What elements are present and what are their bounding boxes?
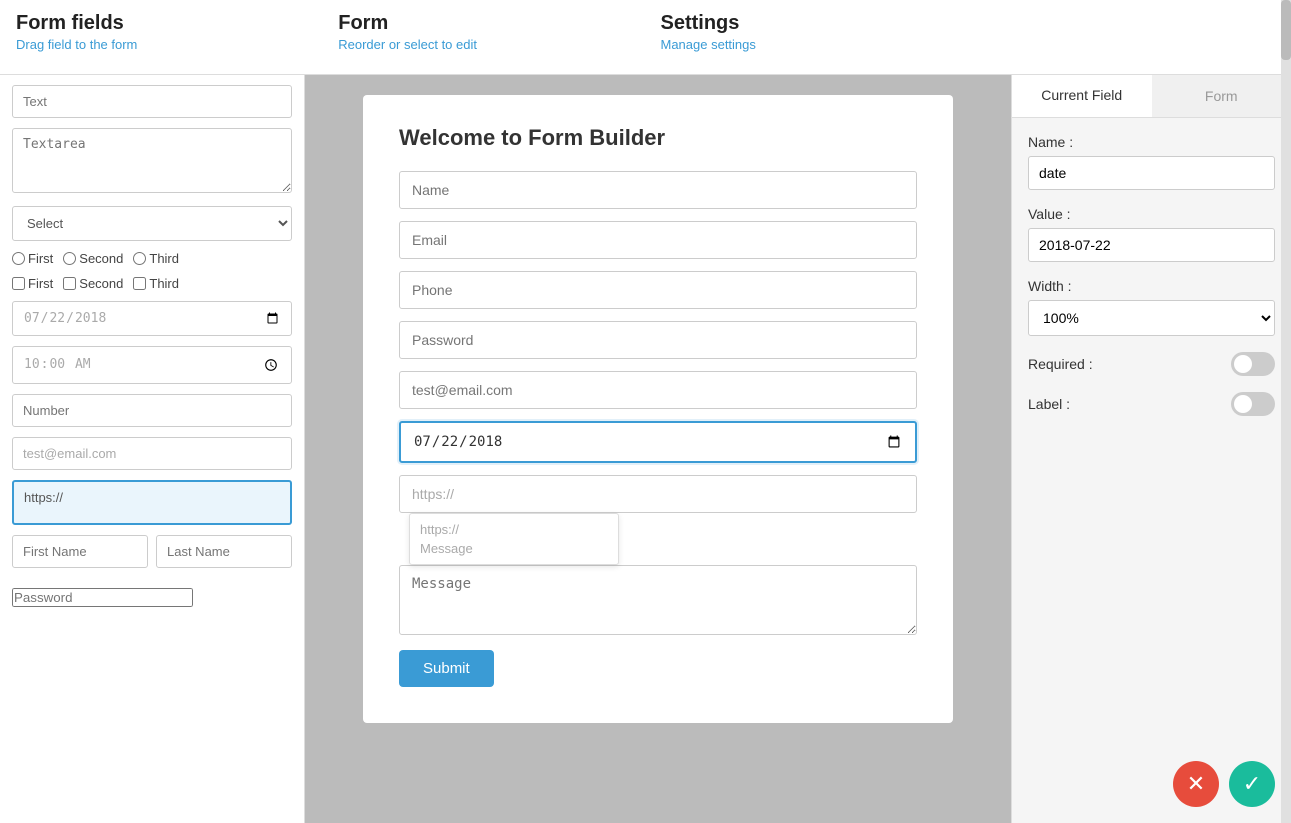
form-email-input[interactable] <box>399 221 917 259</box>
tab-form[interactable]: Form <box>1152 75 1291 117</box>
form-email-value-input[interactable] <box>399 371 917 409</box>
form-card-title: Welcome to Form Builder <box>399 125 917 151</box>
setting-name: Name : <box>1028 134 1275 190</box>
settings-body: Name : Value : Width : 100% 75% 50% 25% … <box>1012 118 1291 823</box>
form-url-input[interactable] <box>399 475 917 513</box>
tab-current-field[interactable]: Current Field <box>1012 75 1152 117</box>
label-slider <box>1231 392 1275 416</box>
textarea-field-item[interactable] <box>12 128 292 193</box>
radio-group: First Second Third <box>12 251 292 266</box>
setting-value: Value : <box>1028 206 1275 262</box>
settings-title: Settings <box>661 12 1266 35</box>
checkbox-group: First Second Third <box>12 276 292 291</box>
name-input[interactable] <box>1028 156 1275 190</box>
first-name-field-item[interactable] <box>12 535 148 568</box>
form-title: Form <box>338 12 640 35</box>
checkbox-first[interactable]: First <box>12 276 53 291</box>
cancel-button[interactable]: ✕ <box>1173 761 1219 807</box>
header-right: Settings Manage settings <box>651 12 1276 52</box>
right-panel: Current Field Form Name : Value : Width … <box>1011 75 1291 823</box>
form-name-input[interactable] <box>399 171 917 209</box>
email-field-item[interactable] <box>12 437 292 470</box>
width-select[interactable]: 100% 75% 50% 25% <box>1028 300 1275 336</box>
label-label: Label : <box>1028 396 1070 412</box>
required-slider <box>1231 352 1275 376</box>
header: Form fields Drag field to the form Form … <box>0 0 1291 75</box>
form-password-input[interactable] <box>399 321 917 359</box>
required-toggle[interactable] <box>1231 352 1275 376</box>
text-field-item[interactable] <box>12 85 292 118</box>
setting-required: Required : <box>1028 352 1275 376</box>
password-field-item[interactable] <box>12 588 193 607</box>
header-center: Form Reorder or select to edit <box>328 12 650 52</box>
settings-tabs: Current Field Form <box>1012 75 1291 118</box>
center-panel: Welcome to Form Builder https:// Message… <box>305 75 1011 823</box>
label-toggle[interactable] <box>1231 392 1275 416</box>
form-card: Welcome to Form Builder https:// Message… <box>363 95 953 723</box>
form-fields-subtitle: Drag field to the form <box>16 37 318 52</box>
form-url-wrapper: https:// Message <box>399 475 917 513</box>
url-popup-value: https:// <box>420 522 608 537</box>
form-date-input[interactable] <box>399 421 917 463</box>
form-fields-title: Form fields <box>16 12 318 35</box>
radio-third[interactable]: Third <box>133 251 179 266</box>
form-message-textarea[interactable] <box>399 565 917 635</box>
width-label: Width : <box>1028 278 1275 294</box>
form-subtitle: Reorder or select to edit <box>338 37 640 52</box>
setting-label: Label : <box>1028 392 1275 416</box>
value-label: Value : <box>1028 206 1275 222</box>
name-row <box>12 535 292 578</box>
settings-subtitle: Manage settings <box>661 37 1266 52</box>
required-label: Required : <box>1028 356 1093 372</box>
scrollbar-track <box>1281 0 1291 823</box>
url-field-wrapper-active <box>12 480 292 525</box>
submit-button[interactable]: Submit <box>399 650 494 687</box>
last-name-field-item[interactable] <box>156 535 292 568</box>
number-field-item[interactable] <box>12 394 292 427</box>
value-input[interactable] <box>1028 228 1275 262</box>
name-label: Name : <box>1028 134 1275 150</box>
date-field-item[interactable] <box>12 301 292 336</box>
bottom-actions: ✕ ✓ <box>1173 761 1275 807</box>
url-popup: https:// Message <box>409 513 619 565</box>
checkbox-second[interactable]: Second <box>63 276 123 291</box>
select-field-item[interactable]: Select Option 1 Option 2 <box>12 206 292 241</box>
confirm-button[interactable]: ✓ <box>1229 761 1275 807</box>
time-field-item[interactable] <box>12 346 292 384</box>
setting-width: Width : 100% 75% 50% 25% <box>1028 278 1275 336</box>
url-field-item[interactable] <box>16 484 288 511</box>
main-layout: Select Option 1 Option 2 First Second Th… <box>0 75 1291 823</box>
form-phone-input[interactable] <box>399 271 917 309</box>
url-popup-message: Message <box>420 541 608 556</box>
checkbox-third[interactable]: Third <box>133 276 179 291</box>
scrollbar-thumb[interactable] <box>1281 0 1291 60</box>
left-panel: Select Option 1 Option 2 First Second Th… <box>0 75 305 823</box>
header-left: Form fields Drag field to the form <box>16 12 328 52</box>
radio-second[interactable]: Second <box>63 251 123 266</box>
radio-first[interactable]: First <box>12 251 53 266</box>
